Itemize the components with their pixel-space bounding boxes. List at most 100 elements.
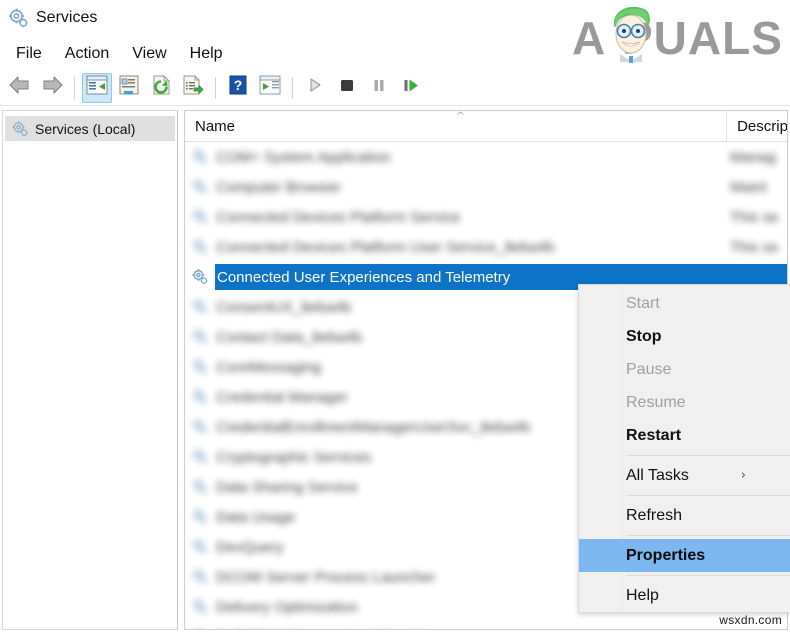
restart-service-icon [401, 75, 421, 100]
context-menu-item-label: Stop [626, 327, 662, 345]
service-gear-icon [191, 418, 209, 436]
context-menu-item-help[interactable]: Help [579, 579, 790, 612]
toolbar-forward-button[interactable] [37, 73, 67, 103]
service-gear-icon [191, 268, 209, 286]
service-gear-icon [191, 508, 209, 526]
chevron-right-icon: › [740, 468, 746, 483]
show-hide-console-tree-icon [86, 75, 108, 100]
service-gear-icon [191, 598, 209, 616]
toolbar-export-list-button[interactable] [178, 73, 208, 103]
service-gear-icon [191, 538, 209, 556]
context-menu-item-resume: Resume [579, 386, 790, 419]
service-description-cell: This se [730, 208, 779, 226]
service-gear-icon [191, 298, 209, 316]
toolbar-show-action-pane-button[interactable] [255, 73, 285, 103]
column-header-name-label: Name [195, 118, 236, 135]
service-name-cell: Cryptographic Services [216, 448, 372, 466]
sidebar-item-services-local[interactable]: Services (Local) [5, 116, 175, 141]
toolbar-stop-service-button[interactable] [332, 73, 362, 103]
toolbar-properties-button[interactable] [114, 73, 144, 103]
toolbar-separator [292, 76, 293, 99]
toolbar-refresh-button[interactable] [146, 73, 176, 103]
export-list-icon [182, 75, 204, 100]
service-gear-icon [191, 178, 209, 196]
forward-arrow-icon [40, 74, 64, 101]
service-gear-icon [191, 358, 209, 376]
menu-action[interactable]: Action [56, 42, 123, 66]
back-arrow-icon [8, 74, 32, 101]
service-gear-icon [191, 388, 209, 406]
service-gear-icon [191, 208, 209, 226]
context-menu-item-label: Restart [626, 426, 682, 444]
service-name-cell: Data Sharing Service [216, 478, 358, 496]
service-gear-icon [191, 328, 209, 346]
service-name-cell: Connected User Experiences and Telemetry [217, 268, 511, 286]
context-menu-separator [626, 455, 790, 456]
site-watermark: wsxdn.com [719, 613, 782, 627]
table-row[interactable]: Connected Devices Platform User Service_… [185, 232, 787, 262]
context-menu-item-refresh[interactable]: Refresh [579, 499, 790, 532]
service-gear-icon [191, 148, 209, 166]
menu-help[interactable]: Help [181, 42, 237, 66]
context-menu-item-label: Start [626, 294, 660, 312]
sort-ascending-chevron-icon: ^ [456, 111, 465, 122]
toolbar-restart-service-button[interactable] [396, 73, 426, 103]
service-name-cell: Data Usage [216, 508, 296, 526]
service-gear-icon [191, 448, 209, 466]
toolbar-back-button[interactable] [5, 73, 35, 103]
toolbar-start-service-button[interactable] [300, 73, 330, 103]
sidebar-item-label: Services (Local) [35, 120, 136, 137]
service-name-cell: Delivery Optimization [216, 598, 358, 616]
toolbar-pause-service-button[interactable] [364, 73, 394, 103]
service-name-cell: Computer Browser [216, 178, 342, 196]
service-name-cell: Connected Devices Platform User Service_… [216, 238, 555, 256]
menu-view[interactable]: View [123, 42, 180, 66]
service-description-cell: Manag [730, 148, 776, 166]
context-menu-separator [626, 495, 790, 496]
context-menu-item-restart[interactable]: Restart [579, 419, 790, 452]
service-name-cell: CredentialEnrollmentManagerUserSvc_8eba4… [216, 418, 531, 436]
services-gear-icon [11, 120, 29, 138]
table-row[interactable]: COM+ System Application Manag [185, 142, 787, 172]
service-name-cell: Credential Manager [216, 388, 348, 406]
context-menu-item-start: Start [579, 287, 790, 320]
service-description-cell: Maint [730, 178, 767, 196]
context-menu-item-label: Help [626, 586, 659, 604]
context-menu-separator [626, 535, 790, 536]
table-row[interactable]: Computer Browser Maint [185, 172, 787, 202]
service-name-cell: DevQuery [216, 538, 284, 556]
service-name-cell: COM+ System Application [216, 148, 391, 166]
show-action-pane-icon [259, 75, 281, 100]
svg-text:?: ? [234, 77, 243, 93]
start-service-icon [305, 75, 325, 100]
toolbar-separator [74, 76, 75, 99]
column-header-description-label: Descrip [737, 118, 787, 135]
context-menu-item-all-tasks[interactable]: All Tasks › [579, 459, 790, 492]
service-name-cell: DCOM Server Process Launcher [216, 568, 436, 586]
table-row[interactable]: Connected Devices Platform Service This s… [185, 202, 787, 232]
title-bar: Services [0, 0, 790, 37]
toolbar-help-button[interactable]: ? [223, 73, 253, 103]
toolbar: ? [0, 70, 790, 106]
menu-file[interactable]: File [7, 42, 56, 66]
context-menu-item-label: Refresh [626, 506, 683, 524]
properties-window-icon [118, 75, 140, 100]
context-menu-item-label: Pause [626, 360, 672, 378]
refresh-icon [150, 75, 172, 100]
console-tree-pane: Services (Local) [2, 110, 178, 630]
context-menu-item-label: All Tasks [626, 466, 689, 484]
toolbar-show-console-tree-button[interactable] [82, 72, 112, 103]
column-header-description[interactable]: Descrip [727, 111, 787, 142]
context-menu-item-label: Properties [626, 546, 706, 564]
column-header-name[interactable]: Name ^ [185, 111, 728, 142]
services-gear-icon [7, 7, 29, 29]
context-menu-separator [626, 575, 790, 576]
window-title: Services [36, 9, 98, 26]
context-menu-item-properties[interactable]: Properties [579, 539, 790, 572]
service-gear-icon [191, 628, 209, 629]
context-menu-item-stop[interactable]: Stop [579, 320, 790, 353]
context-menu-item-pause: Pause [579, 353, 790, 386]
table-row[interactable]: Dell Client Management Service [185, 622, 787, 630]
service-gear-icon [191, 478, 209, 496]
service-description-cell: This se [730, 238, 779, 256]
